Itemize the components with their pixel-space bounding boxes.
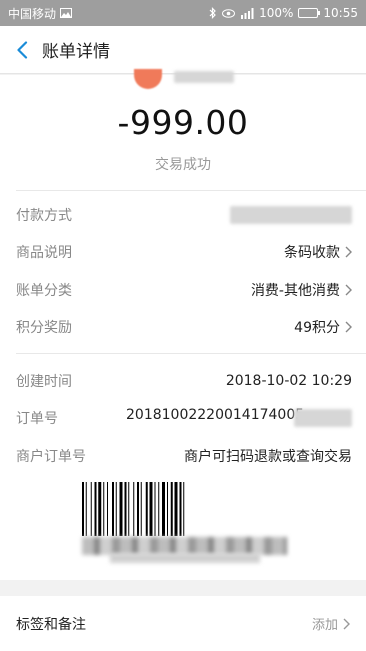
- divider: [16, 190, 366, 191]
- row-value: 消费-其他消费: [250, 283, 340, 299]
- row-points-reward[interactable]: 积分奖励 49积分: [16, 316, 352, 338]
- eye-icon: [222, 8, 236, 18]
- order-number-redacted: [294, 409, 352, 427]
- row-product-desc[interactable]: 商品说明 条码收款: [16, 241, 352, 263]
- merchant-avatar: [134, 69, 162, 89]
- row-label: 订单号: [16, 411, 58, 427]
- row-merchant-order: 商户订单号 商户可扫码退款或查询交易: [16, 445, 352, 467]
- row-value: 条码收款: [284, 245, 340, 261]
- page-title: 账单详情: [42, 42, 110, 62]
- back-button[interactable]: [2, 26, 42, 74]
- chevron-left-icon: [17, 40, 28, 59]
- clock: 10:55: [323, 6, 358, 20]
- chevron-right-icon: [345, 246, 352, 258]
- row-label: 积分奖励: [16, 320, 72, 336]
- bill-detail-card: -999.00 交易成功 付款方式 商品说明 条码收款 账单分类 消费-其他消费…: [0, 69, 366, 580]
- tags-notes-label: 标签和备注: [16, 616, 86, 633]
- row-payment-method: 付款方式: [16, 204, 352, 226]
- battery-icon: [298, 8, 321, 18]
- row-value: 2018-10-02 10:29: [225, 373, 352, 389]
- chevron-right-icon: [343, 618, 350, 630]
- status-bar: 中国移动 100% 10:55: [0, 0, 366, 26]
- nav-header: 账单详情: [0, 26, 366, 74]
- row-label: 付款方式: [16, 208, 72, 224]
- row-bill-category[interactable]: 账单分类 消费-其他消费: [16, 279, 352, 301]
- payment-method-redacted: [230, 206, 352, 224]
- row-created-time: 创建时间 2018-10-02 10:29: [16, 370, 352, 392]
- row-order-number: 订单号 20181002220014174005: [16, 407, 352, 429]
- carrier-label: 中国移动: [8, 6, 57, 21]
- row-value: 49积分: [294, 320, 340, 336]
- order-number: 20181002220014174005: [126, 407, 305, 423]
- row-label: 商户订单号: [16, 449, 86, 465]
- row-label: 账单分类: [16, 283, 72, 299]
- signal-icon: [240, 7, 254, 19]
- add-note-button[interactable]: 添加: [312, 614, 338, 633]
- row-label: 商品说明: [16, 245, 72, 261]
- barcode-image: [82, 482, 185, 536]
- transaction-amount: -999.00: [117, 103, 249, 142]
- bluetooth-icon: [209, 7, 217, 19]
- transaction-status: 交易成功: [155, 157, 211, 173]
- barcode-number-redacted: [110, 553, 260, 563]
- chevron-right-icon: [345, 284, 352, 296]
- image-icon: [60, 8, 73, 18]
- tags-notes-row[interactable]: 标签和备注 添加: [0, 596, 366, 651]
- merchant-name-redacted: [174, 71, 234, 83]
- chevron-right-icon: [345, 321, 352, 333]
- row-label: 创建时间: [16, 374, 72, 390]
- battery-percent: 100%: [259, 6, 294, 20]
- row-value: 商户可扫码退款或查询交易: [184, 449, 352, 465]
- divider: [16, 353, 366, 354]
